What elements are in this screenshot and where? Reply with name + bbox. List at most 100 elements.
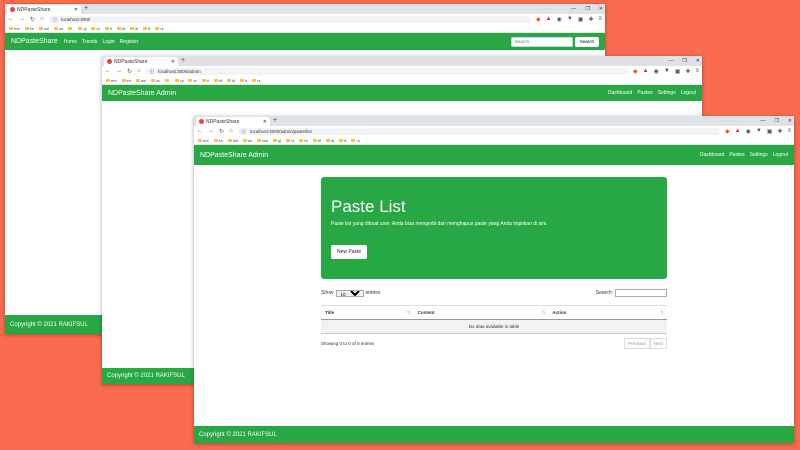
previous-button[interactable]: Previous <box>624 338 650 349</box>
bookmark-item[interactable]: dl <box>129 26 138 31</box>
search-input[interactable] <box>510 36 573 47</box>
brave-shield-icon[interactable]: ◆ <box>633 68 638 75</box>
bookmark-item[interactable] <box>165 78 170 82</box>
bookmark-item[interactable]: ct <box>188 78 197 83</box>
close-window-icon[interactable]: ✕ <box>599 4 603 14</box>
filter-icon[interactable]: ▼ <box>664 68 670 75</box>
reload-icon[interactable]: ↻ <box>219 128 224 135</box>
new-paste-button[interactable]: New Paste <box>331 245 368 259</box>
nav-login[interactable]: Login <box>102 39 114 45</box>
address-bar[interactable]: ⓘ localhost:3000/admin <box>145 67 628 75</box>
nav-settings[interactable]: Settings <box>658 90 676 96</box>
search-button[interactable]: Search <box>574 36 599 47</box>
bookmark-item[interactable]: qi <box>273 138 281 143</box>
brand-link[interactable]: NDPasteShare Admin <box>200 152 268 159</box>
brave-shield-icon[interactable]: ◆ <box>536 16 541 23</box>
table-search-input[interactable] <box>615 289 667 297</box>
minimize-icon[interactable]: — <box>668 56 673 66</box>
menu-icon[interactable]: ≡ <box>598 16 602 23</box>
new-tab-icon[interactable]: + <box>84 4 88 14</box>
translate-icon[interactable]: ▣ <box>767 128 773 135</box>
column-header-action[interactable]: Action ⇅ <box>548 305 667 320</box>
brave-rewards-icon[interactable]: ▲ <box>643 68 649 74</box>
home-icon[interactable]: ⌂ <box>40 16 44 22</box>
brave-rewards-icon[interactable]: ▲ <box>735 128 741 134</box>
translate-icon[interactable]: ▣ <box>578 16 584 23</box>
maximize-icon[interactable]: ❐ <box>682 56 686 66</box>
address-bar[interactable]: ⓘ localhost:3000 <box>48 15 531 23</box>
extension-icon[interactable]: ◉ <box>654 68 659 75</box>
bookmark-item[interactable]: qi <box>175 78 183 83</box>
bookmark-item[interactable]: lrn <box>24 26 34 31</box>
nav-pastes[interactable]: Pastes <box>729 152 744 158</box>
bookmark-item[interactable]: ul <box>252 78 260 83</box>
bookmark-item[interactable]: dc <box>54 26 63 31</box>
close-icon[interactable]: ✕ <box>74 7 78 13</box>
bookmark-item[interactable]: dl <box>326 138 334 143</box>
maximize-icon[interactable]: ❐ <box>774 116 778 126</box>
home-icon[interactable]: ⌂ <box>137 68 141 74</box>
bookmark-item[interactable]: dt <box>312 138 321 143</box>
forward-icon[interactable]: → <box>208 128 214 134</box>
column-header-title[interactable]: Title ⇅ <box>321 305 414 320</box>
close-icon[interactable]: ✕ <box>263 119 267 125</box>
close-window-icon[interactable]: ✕ <box>788 116 792 126</box>
bookmark-item[interactable] <box>68 26 73 30</box>
bookmark-item[interactable]: dt <box>213 78 222 83</box>
bookmark-item[interactable]: tt <box>240 78 247 83</box>
reload-icon[interactable]: ↻ <box>30 16 35 23</box>
puzzle-icon[interactable]: ✚ <box>777 128 782 135</box>
bookmark-item[interactable]: ct <box>286 138 294 143</box>
nav-logout[interactable]: Logout <box>773 152 788 158</box>
new-tab-icon[interactable]: + <box>273 116 277 126</box>
close-window-icon[interactable]: ✕ <box>696 56 700 66</box>
close-icon[interactable]: ✕ <box>171 59 175 65</box>
menu-icon[interactable]: ≡ <box>695 68 699 75</box>
bookmark-item[interactable]: ul <box>155 26 163 31</box>
address-bar[interactable]: ⓘ localhost:3000/admin/paste/list <box>237 127 720 135</box>
bookmark-item[interactable]: wrl <box>228 138 238 143</box>
nav-pastes[interactable]: Pastes <box>637 90 652 96</box>
minimize-icon[interactable]: — <box>760 116 765 126</box>
bookmark-item[interactable]: lrn <box>121 78 131 83</box>
bookmark-item[interactable]: qi <box>78 26 86 31</box>
translate-icon[interactable]: ▣ <box>675 68 681 75</box>
browser-tab[interactable]: NDPasteShare ✕ <box>196 117 270 126</box>
bookmark-item[interactable]: wrl <box>136 78 146 83</box>
bookmark-item[interactable]: ent <box>198 138 209 143</box>
bookmark-item[interactable]: ti <box>104 26 112 31</box>
nav-home[interactable]: Home <box>64 39 77 45</box>
extension-icon[interactable]: ◉ <box>557 16 562 23</box>
nav-logout[interactable]: Logout <box>681 90 696 96</box>
bookmark-item[interactable]: dc <box>243 138 252 143</box>
bookmark-item[interactable]: dc <box>151 78 160 83</box>
bookmark-item[interactable]: ent <box>9 26 20 31</box>
new-tab-icon[interactable]: + <box>181 56 185 66</box>
next-button[interactable]: Next <box>649 338 667 349</box>
puzzle-icon[interactable]: ✚ <box>685 68 690 75</box>
forward-icon[interactable]: → <box>116 68 122 74</box>
nav-trends[interactable]: Trends <box>82 39 97 45</box>
bookmark-item[interactable]: bt <box>299 138 308 143</box>
brave-shield-icon[interactable]: ◆ <box>725 128 730 135</box>
back-icon[interactable]: ← <box>8 16 14 22</box>
bookmark-item[interactable]: ti <box>201 78 209 83</box>
bookmark-item[interactable]: wrl <box>39 26 49 31</box>
menu-icon[interactable]: ≡ <box>787 128 791 135</box>
bookmark-item[interactable]: tt <box>339 138 346 143</box>
browser-tab[interactable]: NDPasteShare ✕ <box>7 5 81 14</box>
bookmark-item[interactable]: ul <box>351 138 360 143</box>
maximize-icon[interactable]: ❐ <box>585 4 589 14</box>
nav-dashboard[interactable]: Dashboard <box>700 152 724 158</box>
bookmark-item[interactable]: tt <box>143 26 150 31</box>
brave-rewards-icon[interactable]: ▲ <box>546 16 552 22</box>
reload-icon[interactable]: ↻ <box>127 68 132 75</box>
puzzle-icon[interactable]: ✚ <box>588 16 593 23</box>
nav-register[interactable]: Register <box>120 39 139 45</box>
bookmark-item[interactable]: lrn <box>213 138 223 143</box>
brand-link[interactable]: NDPasteShare <box>11 38 58 45</box>
extension-icon[interactable]: ◉ <box>746 128 751 135</box>
brand-link[interactable]: NDPasteShare Admin <box>108 90 176 97</box>
nav-dashboard[interactable]: Dashboard <box>608 90 632 96</box>
back-icon[interactable]: ← <box>105 68 111 74</box>
